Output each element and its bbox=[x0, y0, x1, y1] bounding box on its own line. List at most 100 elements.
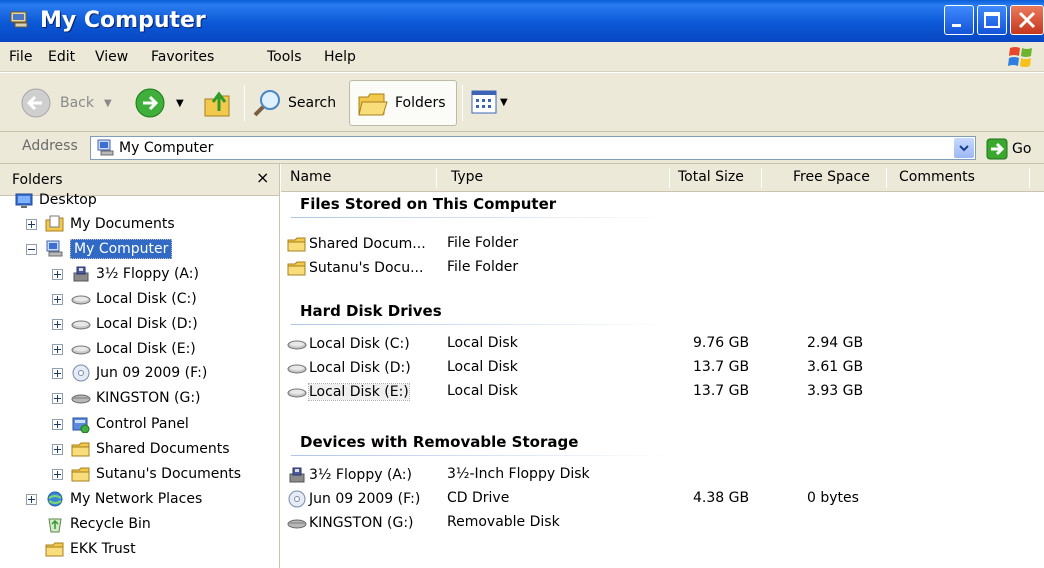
item-total-size: 4.38 GB bbox=[693, 490, 750, 506]
file-list-item[interactable]: 3½ Floppy (A:) 3½-Inch Floppy Disk bbox=[281, 463, 981, 487]
file-list-item[interactable]: KINGSTON (G:) Removable Disk bbox=[281, 511, 981, 535]
views-button[interactable]: ▼ bbox=[470, 89, 508, 115]
go-label: Go bbox=[1012, 141, 1032, 157]
back-label: Back bbox=[60, 95, 94, 111]
close-button[interactable] bbox=[1010, 5, 1044, 35]
column-type[interactable]: Type bbox=[451, 169, 483, 185]
minimize-button[interactable] bbox=[944, 5, 974, 35]
search-button[interactable]: Search bbox=[252, 87, 336, 119]
up-folder-icon bbox=[204, 91, 230, 117]
file-list-item[interactable]: Local Disk (E:) Local Disk 13.7 GB 3.93 GB bbox=[281, 380, 981, 404]
expand-icon[interactable] bbox=[26, 493, 37, 505]
tree-item[interactable]: Local Disk (E:) bbox=[52, 337, 196, 361]
expand-icon[interactable] bbox=[52, 392, 63, 404]
go-arrow-icon bbox=[986, 138, 1008, 160]
tree-item-label: Control Panel bbox=[96, 416, 189, 432]
expand-icon[interactable] bbox=[52, 268, 63, 280]
tree-item[interactable]: Control Panel bbox=[52, 412, 189, 436]
floppy-icon bbox=[289, 467, 305, 483]
tree-item[interactable]: EKK Trust bbox=[45, 537, 136, 561]
column-free-space[interactable]: Free Space bbox=[793, 169, 870, 185]
tree-item[interactable]: Recycle Bin bbox=[45, 512, 151, 536]
cd-drive-icon bbox=[288, 490, 306, 508]
column-separator[interactable] bbox=[1029, 168, 1030, 188]
menu-view[interactable]: View bbox=[95, 49, 128, 65]
tree-item-label: 3½ Floppy (A:) bbox=[96, 266, 199, 282]
tree-item[interactable]: Jun 09 2009 (F:) bbox=[52, 361, 207, 385]
tree-item[interactable]: Local Disk (D:) bbox=[52, 312, 198, 336]
expand-icon[interactable] bbox=[26, 218, 37, 230]
tree-item-label: My Computer bbox=[70, 239, 173, 259]
go-button[interactable]: Go bbox=[986, 138, 1031, 160]
folders-icon bbox=[358, 93, 388, 116]
collapse-icon[interactable] bbox=[26, 243, 37, 255]
folders-label: Folders bbox=[395, 95, 446, 111]
file-list-item[interactable]: Sutanu's Docu... File Folder bbox=[281, 256, 981, 280]
forward-arrow-icon bbox=[135, 88, 165, 118]
group-header[interactable]: Devices with Removable Storage bbox=[300, 433, 578, 451]
tree-item[interactable]: My Network Places bbox=[26, 487, 202, 511]
expand-icon[interactable] bbox=[52, 443, 63, 455]
tree-item[interactable]: Desktop bbox=[14, 188, 97, 212]
menu-bar: File Edit View Favorites Tools Help bbox=[0, 42, 1044, 72]
expand-icon[interactable] bbox=[52, 367, 63, 379]
file-list-pane: Name Type Total Size Free Space Comments… bbox=[281, 164, 1044, 568]
file-list-item[interactable]: Local Disk (D:) Local Disk 13.7 GB 3.61 GB bbox=[281, 356, 981, 380]
menu-file[interactable]: File bbox=[9, 49, 32, 65]
search-icon bbox=[253, 90, 280, 117]
expand-icon[interactable] bbox=[52, 418, 63, 430]
tree-item[interactable]: Shared Documents bbox=[52, 437, 230, 461]
tree-item[interactable]: Local Disk (C:) bbox=[52, 287, 197, 311]
item-name: Local Disk (C:) bbox=[309, 336, 410, 352]
file-list-item[interactable]: Shared Docum... File Folder bbox=[281, 232, 981, 256]
tree-item-label: Jun 09 2009 (F:) bbox=[96, 365, 208, 381]
item-name: Shared Docum... bbox=[309, 236, 426, 252]
column-separator[interactable] bbox=[669, 168, 670, 188]
column-separator[interactable] bbox=[886, 168, 887, 188]
hard-disk-icon bbox=[71, 295, 91, 305]
tree-item-label: KINGSTON (G:) bbox=[96, 390, 201, 406]
tree-item[interactable]: Sutanu's Documents bbox=[52, 462, 241, 486]
hard-disk-icon bbox=[287, 388, 307, 398]
title-bar[interactable]: My Computer bbox=[0, 0, 1044, 42]
tree-item[interactable]: 3½ Floppy (A:) bbox=[52, 262, 199, 286]
close-pane-icon[interactable]: × bbox=[256, 168, 269, 187]
column-separator[interactable] bbox=[761, 168, 762, 188]
removable-disk-icon bbox=[287, 519, 307, 529]
group-header[interactable]: Hard Disk Drives bbox=[300, 302, 442, 320]
address-dropdown[interactable] bbox=[954, 138, 974, 158]
back-dropdown-icon[interactable]: ▼ bbox=[104, 98, 112, 109]
tree-item[interactable]: My Computer bbox=[26, 237, 173, 261]
column-name[interactable]: Name bbox=[290, 169, 331, 185]
maximize-button[interactable] bbox=[977, 5, 1007, 35]
forward-dropdown-icon[interactable]: ▼ bbox=[176, 98, 184, 109]
expand-icon[interactable] bbox=[52, 318, 63, 330]
menu-edit[interactable]: Edit bbox=[48, 49, 75, 65]
item-name: Local Disk (E:) bbox=[308, 383, 410, 401]
cd-drive-icon bbox=[72, 364, 90, 382]
menu-favorites[interactable]: Favorites bbox=[151, 49, 214, 65]
file-list-item[interactable]: Jun 09 2009 (F:) CD Drive 4.38 GB 0 bytes bbox=[281, 487, 981, 511]
expand-icon[interactable] bbox=[52, 343, 63, 355]
address-input[interactable]: My Computer bbox=[90, 136, 976, 160]
expand-icon[interactable] bbox=[52, 468, 63, 480]
group-header[interactable]: Files Stored on This Computer bbox=[300, 195, 556, 213]
item-free-space: 3.61 GB bbox=[807, 359, 864, 375]
expand-icon[interactable] bbox=[52, 293, 63, 305]
up-folder-button[interactable] bbox=[202, 85, 236, 121]
hard-disk-icon bbox=[71, 320, 91, 330]
menu-help[interactable]: Help bbox=[324, 49, 356, 65]
item-free-space: 0 bytes bbox=[807, 490, 859, 506]
column-total-size[interactable]: Total Size bbox=[678, 169, 744, 185]
menu-tools[interactable]: Tools bbox=[267, 49, 302, 65]
column-comments[interactable]: Comments bbox=[899, 169, 975, 185]
back-button[interactable]: Back ▼ bbox=[20, 87, 112, 119]
tree-item[interactable]: KINGSTON (G:) bbox=[52, 386, 201, 410]
file-list-item[interactable]: Local Disk (C:) Local Disk 9.76 GB 2.94 GB bbox=[281, 332, 981, 356]
folders-pane-title: Folders bbox=[12, 172, 63, 188]
folders-button[interactable]: Folders bbox=[349, 80, 457, 126]
tree-item-label: Local Disk (E:) bbox=[96, 341, 196, 357]
forward-button[interactable]: ▼ bbox=[134, 87, 184, 119]
tree-item[interactable]: My Documents bbox=[26, 212, 175, 236]
column-separator[interactable] bbox=[436, 168, 437, 188]
